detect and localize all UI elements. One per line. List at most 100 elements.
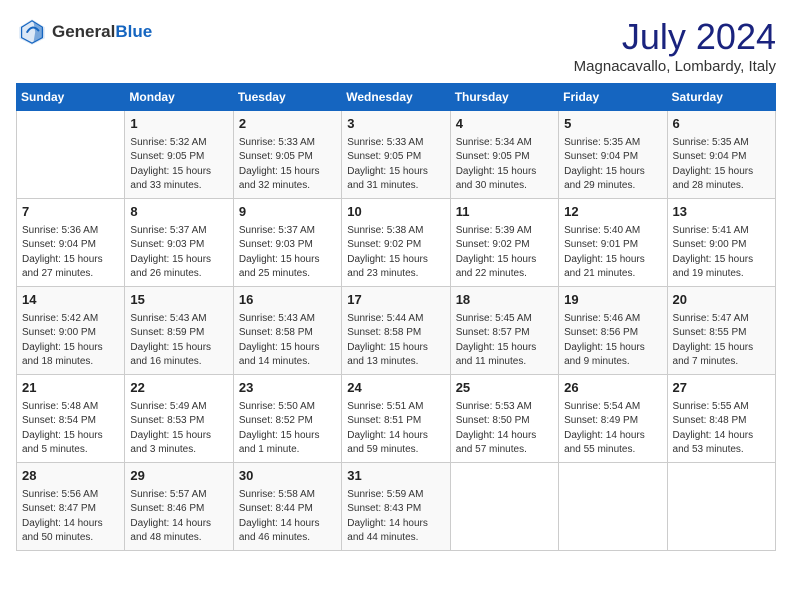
day-number: 16 — [239, 291, 336, 310]
calendar-table: SundayMondayTuesdayWednesdayThursdayFrid… — [16, 83, 776, 551]
logo: GeneralBlue — [16, 16, 152, 48]
day-cell: 9 Sunrise: 5:37 AM Sunset: 9:03 PM Daylig… — [233, 199, 341, 287]
title-block: July 2024 Magnacavallo, Lombardy, Italy — [574, 16, 776, 75]
day-info: Sunrise: 5:35 AM Sunset: 9:04 PM Dayligh… — [673, 136, 770, 194]
week-row-5: 28Sunrise: 5:56 AM Sunset: 8:47 PM Dayli… — [17, 463, 776, 551]
logo-icon — [16, 16, 48, 48]
day-number: 9 — [239, 203, 336, 222]
page-header: GeneralBlue July 2024 Magnacavallo, Lomb… — [16, 16, 776, 75]
day-info: Sunrise: 5:49 AM Sunset: 8:53 PM Dayligh… — [130, 400, 227, 458]
week-row-2: 7 Sunrise: 5:36 AM Sunset: 9:04 PM Daylig… — [17, 199, 776, 287]
header-cell-saturday: Saturday — [667, 84, 775, 111]
day-number: 8 — [130, 203, 227, 222]
day-info: Sunrise: 5:58 AM Sunset: 8:44 PM Dayligh… — [239, 488, 336, 546]
day-cell: 5 Sunrise: 5:35 AM Sunset: 9:04 PM Daylig… — [559, 111, 667, 199]
header-cell-monday: Monday — [125, 84, 233, 111]
day-info: Sunrise: 5:40 AM Sunset: 9:01 PM Dayligh… — [564, 224, 661, 282]
day-cell: 13 Sunrise: 5:41 AM Sunset: 9:00 PM Dayli… — [667, 199, 775, 287]
day-cell: 15 Sunrise: 5:43 AM Sunset: 8:59 PM Dayli… — [125, 287, 233, 375]
day-info: Sunrise: 5:36 AM Sunset: 9:04 PM Dayligh… — [22, 224, 119, 282]
day-info: Sunrise: 5:47 AM Sunset: 8:55 PM Dayligh… — [673, 312, 770, 370]
day-cell — [450, 463, 558, 551]
day-info: Sunrise: 5:34 AM Sunset: 9:05 PM Dayligh… — [456, 136, 553, 194]
day-cell: 27 Sunrise: 5:55 AM Sunset: 8:48 PM Dayli… — [667, 375, 775, 463]
day-info: Sunrise: 5:32 AM Sunset: 9:05 PM Dayligh… — [130, 136, 227, 194]
header-cell-thursday: Thursday — [450, 84, 558, 111]
month-year: July 2024 — [574, 16, 776, 58]
day-cell: 19 Sunrise: 5:46 AM Sunset: 8:56 PM Dayli… — [559, 287, 667, 375]
day-cell: 12 Sunrise: 5:40 AM Sunset: 9:01 PM Dayli… — [559, 199, 667, 287]
day-number: 2 — [239, 115, 336, 134]
day-cell: 30 Sunrise: 5:58 AM Sunset: 8:44 PM Dayli… — [233, 463, 341, 551]
day-info: Sunrise: 5:43 AM Sunset: 8:59 PM Dayligh… — [130, 312, 227, 370]
week-row-4: 21Sunrise: 5:48 AM Sunset: 8:54 PM Dayli… — [17, 375, 776, 463]
day-number: 4 — [456, 115, 553, 134]
day-info: Sunrise: 5:39 AM Sunset: 9:02 PM Dayligh… — [456, 224, 553, 282]
day-number: 27 — [673, 379, 770, 398]
day-info: Sunrise: 5:55 AM Sunset: 8:48 PM Dayligh… — [673, 400, 770, 458]
day-number: 24 — [347, 379, 444, 398]
day-cell: 25Sunrise: 5:53 AM Sunset: 8:50 PM Dayli… — [450, 375, 558, 463]
day-info: Sunrise: 5:33 AM Sunset: 9:05 PM Dayligh… — [239, 136, 336, 194]
day-number: 29 — [130, 467, 227, 486]
day-info: Sunrise: 5:59 AM Sunset: 8:43 PM Dayligh… — [347, 488, 444, 546]
logo-text: GeneralBlue — [52, 23, 152, 42]
day-info: Sunrise: 5:38 AM Sunset: 9:02 PM Dayligh… — [347, 224, 444, 282]
day-info: Sunrise: 5:44 AM Sunset: 8:58 PM Dayligh… — [347, 312, 444, 370]
day-number: 28 — [22, 467, 119, 486]
location: Magnacavallo, Lombardy, Italy — [574, 58, 776, 75]
day-cell: 1 Sunrise: 5:32 AM Sunset: 9:05 PM Daylig… — [125, 111, 233, 199]
day-cell: 23 Sunrise: 5:50 AM Sunset: 8:52 PM Dayli… — [233, 375, 341, 463]
day-number: 23 — [239, 379, 336, 398]
day-cell: 7 Sunrise: 5:36 AM Sunset: 9:04 PM Daylig… — [17, 199, 125, 287]
day-cell: 17Sunrise: 5:44 AM Sunset: 8:58 PM Dayli… — [342, 287, 450, 375]
day-number: 10 — [347, 203, 444, 222]
day-info: Sunrise: 5:48 AM Sunset: 8:54 PM Dayligh… — [22, 400, 119, 458]
day-number: 30 — [239, 467, 336, 486]
day-cell: 4 Sunrise: 5:34 AM Sunset: 9:05 PM Daylig… — [450, 111, 558, 199]
day-cell: 10 Sunrise: 5:38 AM Sunset: 9:02 PM Dayli… — [342, 199, 450, 287]
day-info: Sunrise: 5:46 AM Sunset: 8:56 PM Dayligh… — [564, 312, 661, 370]
week-row-1: 1 Sunrise: 5:32 AM Sunset: 9:05 PM Daylig… — [17, 111, 776, 199]
day-number: 19 — [564, 291, 661, 310]
day-info: Sunrise: 5:37 AM Sunset: 9:03 PM Dayligh… — [239, 224, 336, 282]
day-number: 13 — [673, 203, 770, 222]
header-cell-sunday: Sunday — [17, 84, 125, 111]
day-info: Sunrise: 5:35 AM Sunset: 9:04 PM Dayligh… — [564, 136, 661, 194]
header-cell-tuesday: Tuesday — [233, 84, 341, 111]
day-info: Sunrise: 5:45 AM Sunset: 8:57 PM Dayligh… — [456, 312, 553, 370]
day-info: Sunrise: 5:50 AM Sunset: 8:52 PM Dayligh… — [239, 400, 336, 458]
day-cell: 18 Sunrise: 5:45 AM Sunset: 8:57 PM Dayli… — [450, 287, 558, 375]
day-number: 1 — [130, 115, 227, 134]
day-cell: 11 Sunrise: 5:39 AM Sunset: 9:02 PM Dayli… — [450, 199, 558, 287]
day-number: 18 — [456, 291, 553, 310]
day-info: Sunrise: 5:37 AM Sunset: 9:03 PM Dayligh… — [130, 224, 227, 282]
day-info: Sunrise: 5:57 AM Sunset: 8:46 PM Dayligh… — [130, 488, 227, 546]
day-number: 11 — [456, 203, 553, 222]
day-cell: 21Sunrise: 5:48 AM Sunset: 8:54 PM Dayli… — [17, 375, 125, 463]
day-number: 12 — [564, 203, 661, 222]
day-number: 31 — [347, 467, 444, 486]
day-cell: 8 Sunrise: 5:37 AM Sunset: 9:03 PM Daylig… — [125, 199, 233, 287]
day-number: 26 — [564, 379, 661, 398]
day-number: 7 — [22, 203, 119, 222]
day-cell: 2 Sunrise: 5:33 AM Sunset: 9:05 PM Daylig… — [233, 111, 341, 199]
day-number: 20 — [673, 291, 770, 310]
day-number: 15 — [130, 291, 227, 310]
day-cell: 20 Sunrise: 5:47 AM Sunset: 8:55 PM Dayli… — [667, 287, 775, 375]
day-cell: 16Sunrise: 5:43 AM Sunset: 8:58 PM Dayli… — [233, 287, 341, 375]
day-cell: 24 Sunrise: 5:51 AM Sunset: 8:51 PM Dayli… — [342, 375, 450, 463]
header-cell-friday: Friday — [559, 84, 667, 111]
day-info: Sunrise: 5:51 AM Sunset: 8:51 PM Dayligh… — [347, 400, 444, 458]
week-row-3: 14Sunrise: 5:42 AM Sunset: 9:00 PM Dayli… — [17, 287, 776, 375]
day-number: 6 — [673, 115, 770, 134]
day-number: 14 — [22, 291, 119, 310]
day-number: 5 — [564, 115, 661, 134]
day-cell: 14Sunrise: 5:42 AM Sunset: 9:00 PM Dayli… — [17, 287, 125, 375]
day-number: 25 — [456, 379, 553, 398]
day-cell — [559, 463, 667, 551]
header-cell-wednesday: Wednesday — [342, 84, 450, 111]
day-info: Sunrise: 5:41 AM Sunset: 9:00 PM Dayligh… — [673, 224, 770, 282]
header-row: SundayMondayTuesdayWednesdayThursdayFrid… — [17, 84, 776, 111]
day-cell: 29 Sunrise: 5:57 AM Sunset: 8:46 PM Dayli… — [125, 463, 233, 551]
